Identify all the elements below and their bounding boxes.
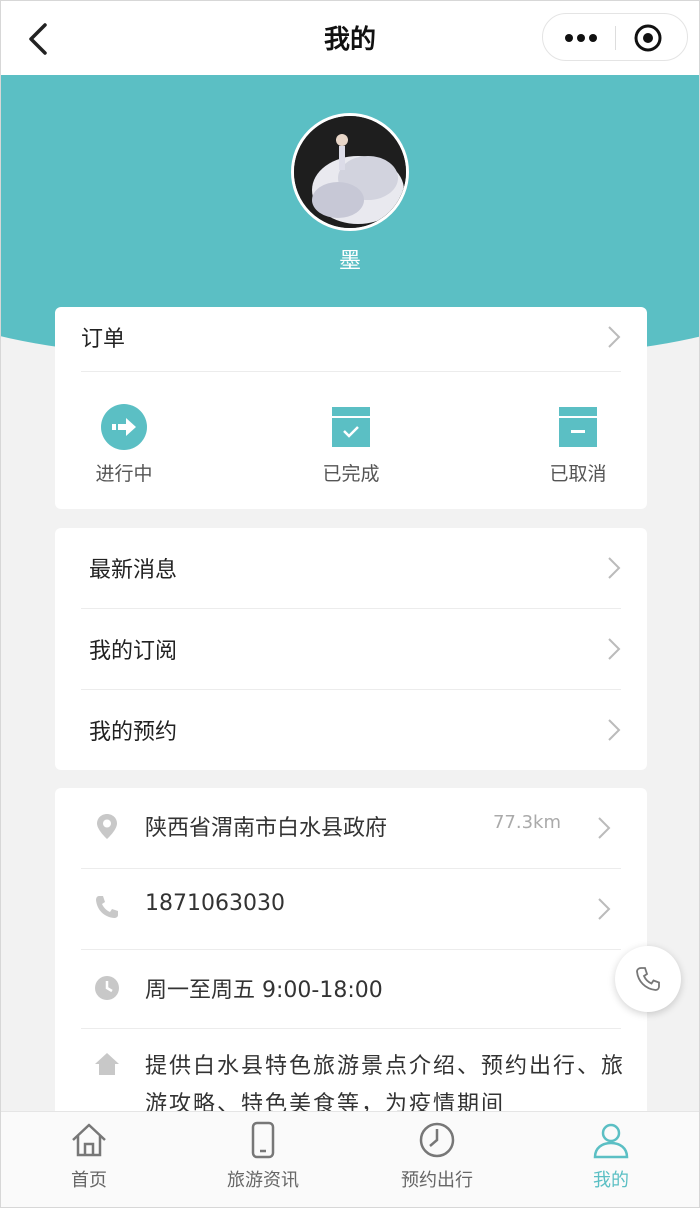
chevron-right-icon	[608, 719, 621, 741]
home-solid-icon	[95, 1053, 119, 1075]
chevron-right-icon	[608, 557, 621, 579]
location-pin-icon	[97, 814, 117, 839]
tab-mine[interactable]: 我的	[541, 1120, 681, 1192]
username: 墨	[338, 249, 361, 274]
contact-info-card: 陕西省渭南市白水县政府 77.3km 1871063030 周一至周五 9:00…	[55, 788, 647, 1148]
menu-item-subscriptions[interactable]: 我的订阅	[81, 609, 621, 689]
tab-reservation[interactable]: 预约出行	[367, 1120, 507, 1192]
nav-bar: 我的	[1, 1, 699, 75]
address-row[interactable]: 陕西省渭南市白水县政府 77.3km	[81, 788, 621, 868]
order-status-label: 进行中	[95, 463, 153, 485]
menu-item-label: 我的预约	[89, 720, 178, 745]
phone-icon	[96, 896, 118, 918]
order-status-cancelled[interactable]: 已取消	[533, 403, 623, 486]
mini-program-capsule	[542, 13, 688, 61]
arrow-circle-icon	[101, 404, 147, 450]
divider	[81, 1028, 621, 1029]
order-status-in-progress[interactable]: 进行中	[79, 403, 169, 486]
divider	[81, 371, 621, 372]
tab-home[interactable]: 首页	[19, 1120, 159, 1192]
tab-label: 我的	[593, 1170, 629, 1191]
tab-travel-news[interactable]: 旅游资讯	[193, 1120, 333, 1192]
home-icon	[72, 1123, 106, 1157]
tab-label: 首页	[71, 1170, 107, 1191]
user-icon	[593, 1123, 629, 1159]
avatar-photo	[294, 116, 406, 228]
menu-item-latest-news[interactable]: 最新消息	[81, 528, 621, 608]
order-status-label: 已取消	[549, 463, 607, 485]
address-text: 陕西省渭南市白水县政府	[145, 816, 388, 841]
capsule-divider	[615, 26, 616, 50]
avatar[interactable]	[291, 113, 409, 231]
distance-text: 77.3km	[492, 812, 561, 833]
chevron-right-icon[interactable]	[607, 325, 621, 349]
order-status-completed[interactable]: 已完成	[306, 403, 396, 486]
tab-bar: 首页 旅游资讯 预约出行 我的	[1, 1111, 699, 1207]
menu-item-label: 我的订阅	[89, 639, 178, 664]
box-minus-icon	[559, 407, 597, 447]
order-status-label: 已完成	[322, 463, 380, 485]
hours-row: 周一至周五 9:00-18:00	[81, 950, 621, 1030]
business-hours: 周一至周五 9:00-18:00	[145, 978, 383, 1003]
chevron-right-icon	[598, 817, 611, 839]
phone-number: 1871063030	[145, 891, 285, 916]
target-circle-icon[interactable]	[633, 23, 663, 53]
chevron-right-icon	[608, 638, 621, 660]
phone-device-icon	[251, 1121, 275, 1159]
clock-icon	[95, 976, 119, 1000]
tab-label: 预约出行	[401, 1170, 473, 1191]
call-float-button[interactable]	[615, 946, 681, 1012]
more-dots-icon[interactable]	[561, 27, 601, 49]
phone-row[interactable]: 1871063030	[81, 869, 621, 949]
orders-card: 订单 进行中 已完成 已取消	[55, 307, 647, 509]
clock-icon	[419, 1122, 455, 1158]
menu-card: 最新消息 我的订阅 我的预约	[55, 528, 647, 770]
chevron-right-icon	[598, 898, 611, 920]
menu-item-reservations[interactable]: 我的预约	[81, 690, 621, 770]
box-check-icon	[332, 407, 370, 447]
tab-label: 旅游资讯	[227, 1170, 299, 1191]
phone-screen: 我的 墨 订单 进行中 已完成 已取消 最新消息 我的订阅 我的预约 陕西省渭南…	[0, 0, 700, 1208]
phone-outline-icon	[636, 967, 660, 991]
orders-title: 订单	[81, 327, 126, 352]
menu-item-label: 最新消息	[89, 558, 178, 583]
